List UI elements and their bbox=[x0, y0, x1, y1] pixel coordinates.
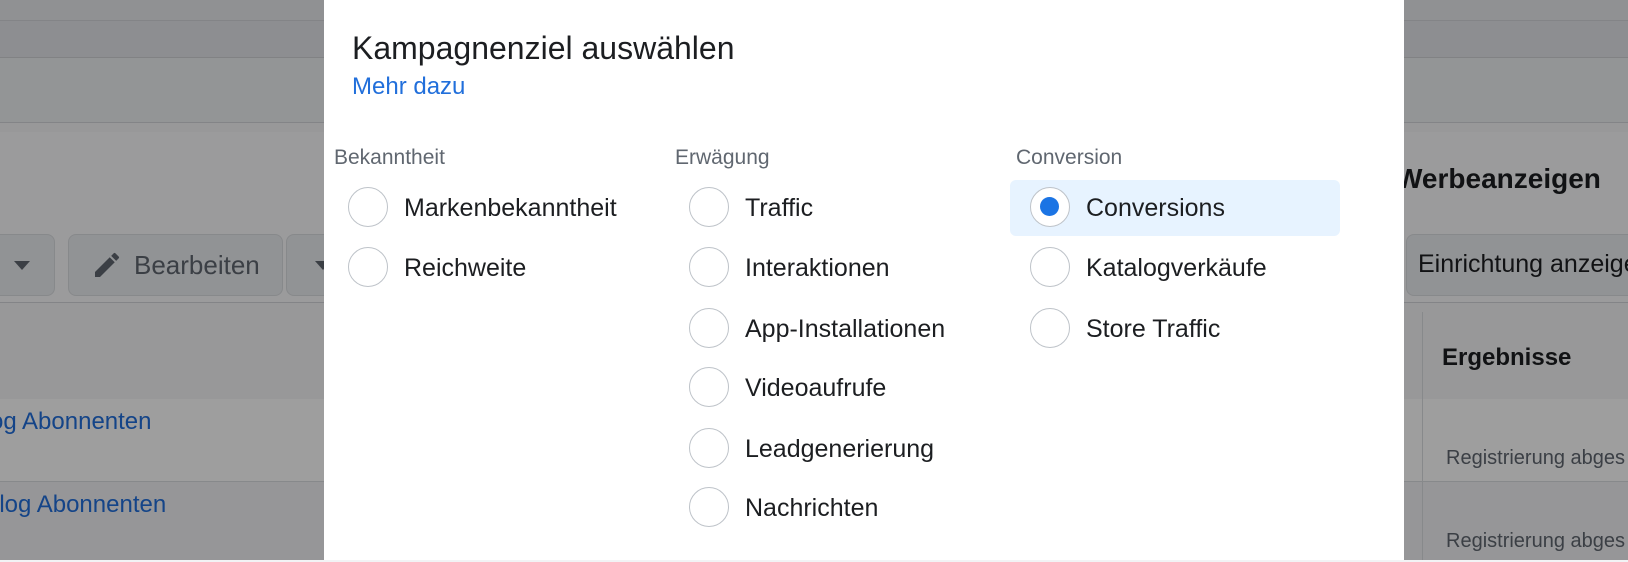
objective-option-label: Nachrichten bbox=[745, 494, 879, 522]
objective-option-label: App-Installationen bbox=[745, 315, 946, 343]
objective-option[interactable]: Reichweite bbox=[328, 240, 658, 296]
radio-button[interactable] bbox=[689, 487, 729, 527]
objective-option[interactable]: Markenbekanntheit bbox=[328, 180, 658, 236]
objective-option[interactable]: Interaktionen bbox=[669, 240, 999, 296]
radio-button[interactable] bbox=[689, 428, 729, 468]
column-heading: Erwägung bbox=[675, 146, 770, 169]
objective-option[interactable]: App-Installationen bbox=[669, 301, 999, 357]
radio-button[interactable] bbox=[689, 367, 729, 407]
objective-option-label: Markenbekanntheit bbox=[404, 194, 617, 222]
radio-button[interactable] bbox=[1030, 247, 1070, 287]
objective-option-label: Katalogverkäufe bbox=[1086, 254, 1267, 282]
objective-option[interactable]: Leadgenerierung bbox=[669, 421, 999, 477]
objective-option-label: Reichweite bbox=[404, 254, 527, 282]
dialog-title: Kampagnenziel auswählen bbox=[352, 30, 735, 66]
column-heading: Conversion bbox=[1016, 146, 1123, 169]
objective-option-label: Videoaufrufe bbox=[745, 374, 887, 402]
radio-button[interactable] bbox=[1030, 308, 1070, 348]
objective-option[interactable]: Videoaufrufe bbox=[669, 360, 999, 416]
radio-button[interactable] bbox=[1030, 187, 1070, 227]
objective-option[interactable]: Katalogverkäufe bbox=[1010, 240, 1340, 296]
radio-button[interactable] bbox=[348, 247, 388, 287]
radio-button[interactable] bbox=[689, 187, 729, 227]
objective-option-label: Store Traffic bbox=[1086, 315, 1221, 343]
learn-more-link[interactable]: Mehr dazu bbox=[352, 73, 465, 101]
objective-option[interactable]: Nachrichten bbox=[669, 480, 999, 536]
objective-option-label: Conversions bbox=[1086, 194, 1225, 222]
objective-option[interactable]: Traffic bbox=[669, 180, 999, 236]
objective-option-label: Leadgenerierung bbox=[745, 435, 935, 463]
radio-button[interactable] bbox=[689, 308, 729, 348]
objective-option-label: Traffic bbox=[745, 194, 814, 222]
column-heading: Bekanntheit bbox=[334, 146, 445, 169]
objective-option[interactable]: Conversions bbox=[1010, 180, 1340, 236]
radio-button[interactable] bbox=[348, 187, 388, 227]
objective-option[interactable]: Store Traffic bbox=[1010, 301, 1340, 357]
objective-option-label: Interaktionen bbox=[745, 254, 890, 282]
radio-button[interactable] bbox=[689, 247, 729, 287]
objective-dialog: Kampagnenziel auswählen Mehr dazu Bekann… bbox=[324, 0, 1404, 560]
